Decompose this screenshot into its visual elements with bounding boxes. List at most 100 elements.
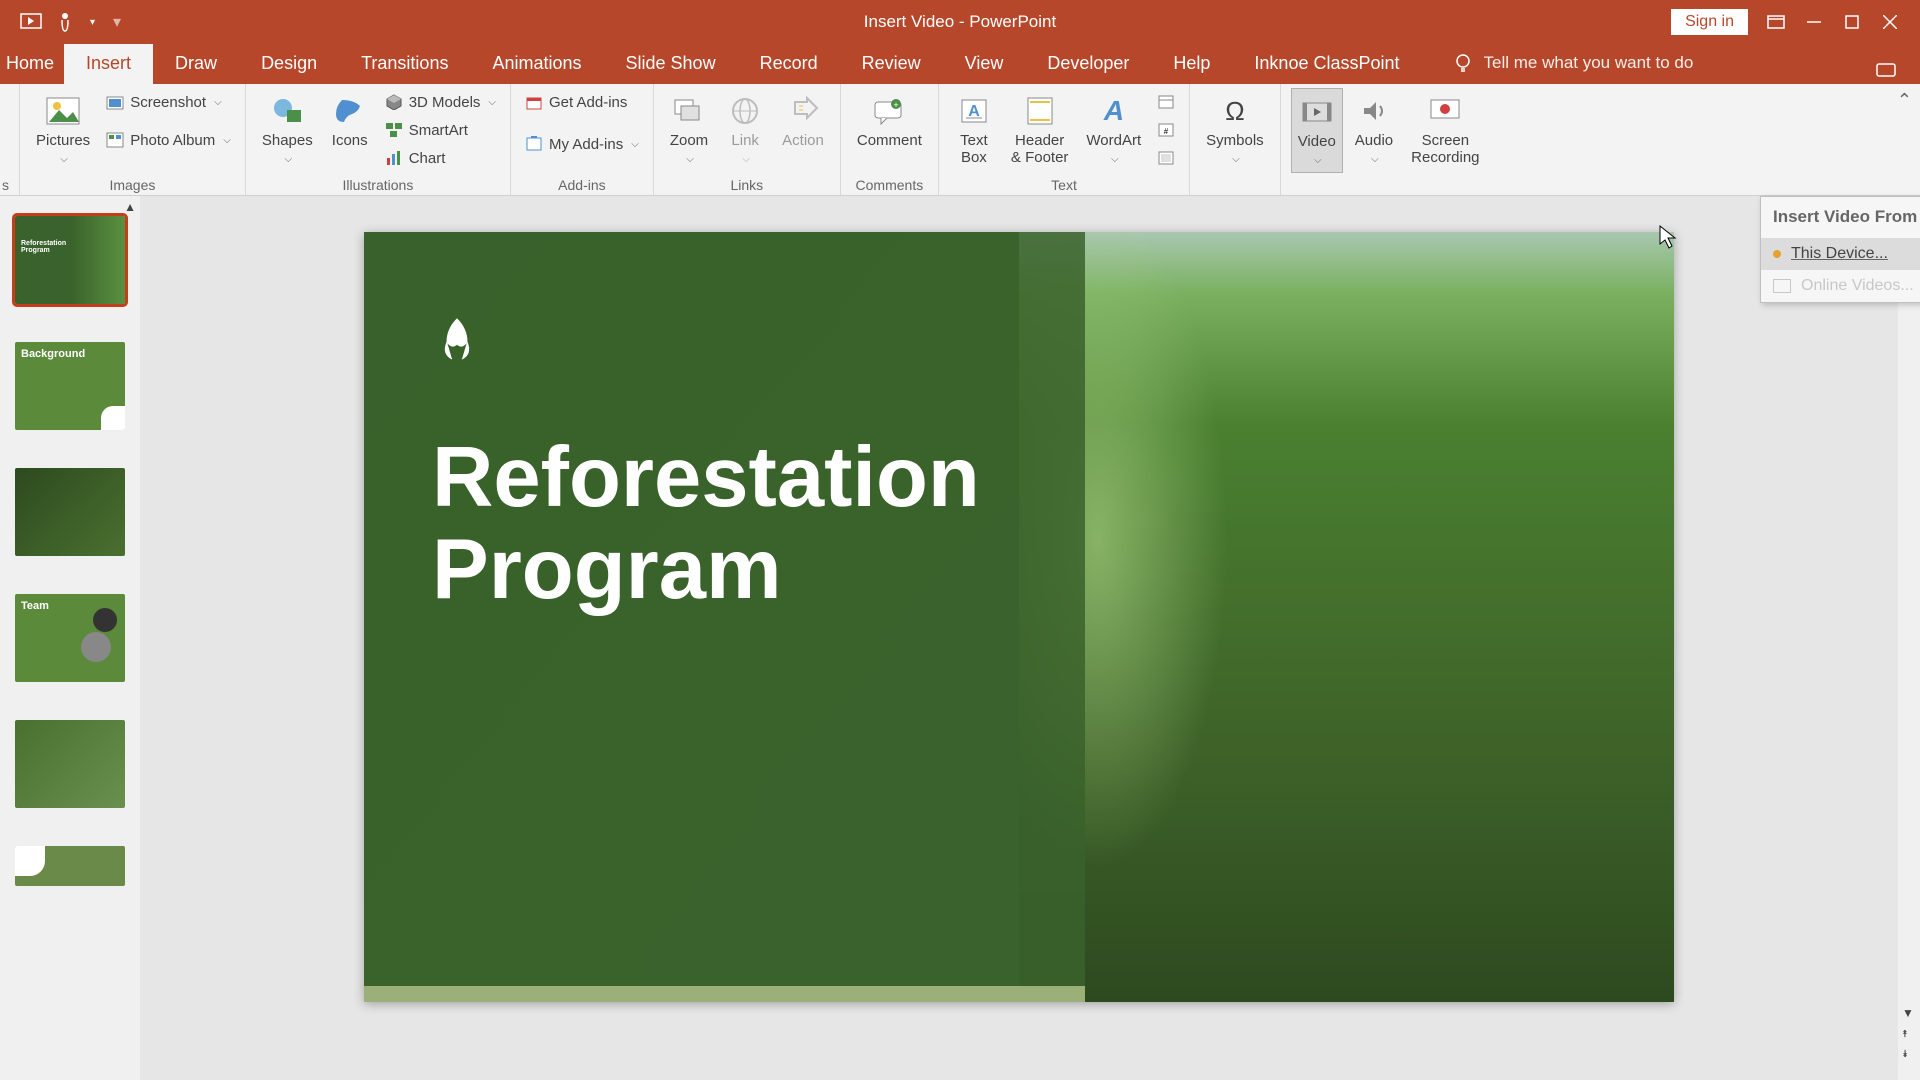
slide-title-text[interactable]: ReforestationProgram — [432, 432, 980, 616]
svg-text:A: A — [968, 103, 980, 120]
headerfooter-icon — [1021, 92, 1059, 130]
3dmodels-button[interactable]: 3D Models⌵ — [381, 88, 500, 116]
tab-review[interactable]: Review — [840, 43, 943, 84]
tab-slideshow[interactable]: Slide Show — [604, 43, 738, 84]
close-icon[interactable] — [1880, 12, 1900, 32]
dropdown-item-online-videos[interactable]: Online Videos... — [1761, 270, 1920, 302]
slidenumber-button[interactable]: # — [1153, 116, 1179, 144]
quick-access-toolbar: ▾ ▾ — [0, 11, 121, 33]
shapes-icon — [268, 92, 306, 130]
screenshot-icon — [106, 94, 124, 110]
tab-insert[interactable]: Insert — [64, 43, 153, 84]
group-text-label: Text — [949, 175, 1179, 193]
link-button[interactable]: Link⌵ — [720, 88, 770, 171]
tab-help[interactable]: Help — [1151, 43, 1232, 84]
signin-button[interactable]: Sign in — [1671, 9, 1748, 35]
tab-view[interactable]: View — [943, 43, 1026, 84]
svg-text:Ω: Ω — [1225, 96, 1244, 126]
cube-icon — [385, 94, 403, 110]
slide-background-image — [1019, 232, 1674, 1002]
tab-developer[interactable]: Developer — [1025, 43, 1151, 84]
datetime-button[interactable] — [1153, 88, 1179, 116]
minimize-icon[interactable] — [1804, 12, 1824, 32]
smartart-button[interactable]: SmartArt — [381, 116, 500, 144]
prev-slide-icon[interactable]: ⯭ — [1902, 1029, 1908, 1040]
slide-thumbnail-4[interactable]: Team — [15, 594, 125, 682]
wordart-icon: A — [1095, 92, 1133, 130]
title-bar: ▾ ▾ Insert Video - PowerPoint Sign in — [0, 0, 1920, 44]
chart-icon — [385, 150, 403, 166]
slide-thumbnail-panel[interactable]: ▲ ReforestationProgram Background Team — [0, 196, 140, 1080]
screenrecording-button[interactable]: Screen Recording — [1405, 88, 1485, 171]
zoom-icon — [670, 92, 708, 130]
group-slides-label: s — [2, 175, 9, 193]
share-icon[interactable] — [1876, 64, 1896, 84]
tab-transitions[interactable]: Transitions — [339, 43, 470, 84]
dropdown-item-this-device[interactable]: This Device... — [1761, 238, 1920, 270]
tab-design[interactable]: Design — [239, 43, 339, 84]
object-button[interactable] — [1153, 144, 1179, 172]
group-symbols-label — [1200, 175, 1270, 193]
leaf-logo-icon — [432, 314, 482, 364]
maximize-icon[interactable] — [1842, 12, 1862, 32]
tab-record[interactable]: Record — [738, 43, 840, 84]
wordart-button[interactable]: A WordArt⌵ — [1080, 88, 1147, 171]
slidenumber-icon: # — [1157, 122, 1175, 138]
tab-classpoint[interactable]: Inknoe ClassPoint — [1232, 43, 1421, 84]
next-slide-icon[interactable]: ⯯ — [1902, 1049, 1908, 1060]
touch-mouse-mode-icon[interactable] — [54, 11, 76, 33]
vertical-scrollbar[interactable]: ▲ ▼ ⯭ ⯯ — [1898, 196, 1920, 1080]
screenshot-button[interactable]: Screenshot⌵ — [102, 88, 235, 116]
slide-editor-area[interactable]: ReforestationProgram Insert Video From T… — [140, 196, 1898, 1080]
headerfooter-button[interactable]: Header & Footer — [1005, 88, 1075, 171]
slide-canvas[interactable]: ReforestationProgram — [364, 232, 1674, 1002]
datetime-icon — [1157, 94, 1175, 110]
screenrecording-icon — [1426, 92, 1464, 130]
window-title: Insert Video - PowerPoint — [864, 12, 1056, 32]
tab-home[interactable]: Home — [0, 43, 64, 84]
tab-draw[interactable]: Draw — [153, 43, 239, 84]
ribbon-insert: s Pictures⌵ Screenshot⌵ Photo Album⌵ Ima… — [0, 84, 1920, 196]
symbols-button[interactable]: Ω Symbols⌵ — [1200, 88, 1270, 171]
slide-thumbnail-6[interactable] — [15, 846, 125, 886]
photoalbum-icon — [106, 132, 124, 148]
textbox-button[interactable]: A Text Box — [949, 88, 999, 171]
slide-thumbnail-5[interactable] — [15, 720, 125, 808]
comment-button[interactable]: + Comment — [851, 88, 928, 153]
ribbon-display-options-icon[interactable] — [1766, 12, 1786, 32]
scroll-down-icon[interactable]: ▼ — [1902, 1006, 1914, 1020]
action-button[interactable]: Action — [776, 88, 830, 153]
bullet-icon — [1773, 250, 1781, 258]
slide-thumbnail-3[interactable] — [15, 468, 125, 556]
audio-button[interactable]: Audio⌵ — [1349, 88, 1399, 171]
pictures-button[interactable]: Pictures⌵ — [30, 88, 96, 171]
slideshow-from-beginning-icon[interactable] — [20, 11, 42, 33]
collapse-ribbon-icon[interactable]: ⌃ — [1897, 90, 1912, 111]
group-links-label: Links — [664, 175, 830, 193]
tab-animations[interactable]: Animations — [470, 43, 603, 84]
thumb-scroll-up-icon[interactable]: ▲ — [124, 200, 136, 214]
object-icon — [1157, 150, 1175, 166]
tell-me-search[interactable] — [1452, 52, 1784, 84]
svg-text:#: # — [1164, 127, 1169, 136]
action-icon — [784, 92, 822, 130]
photoalbum-button[interactable]: Photo Album⌵ — [102, 126, 235, 154]
lightbulb-icon — [1452, 52, 1474, 74]
video-button[interactable]: Video⌵ — [1291, 88, 1343, 173]
qat-customize-icon[interactable]: ▾ — [90, 17, 95, 28]
qat-separator: ▾ — [113, 12, 121, 32]
shapes-button[interactable]: Shapes⌵ — [256, 88, 319, 171]
slide-thumbnail-2[interactable]: Background — [15, 342, 125, 430]
group-illustrations-label: Illustrations — [256, 175, 500, 193]
icons-button[interactable]: Icons — [325, 88, 375, 153]
zoom-button[interactable]: Zoom⌵ — [664, 88, 714, 171]
getaddins-button[interactable]: Get Add-ins — [521, 88, 643, 116]
chart-button[interactable]: Chart — [381, 144, 500, 172]
smartart-icon — [385, 122, 403, 138]
svg-text:+: + — [894, 100, 899, 110]
slide-thumbnail-1[interactable]: ReforestationProgram — [15, 216, 125, 304]
myaddins-button[interactable]: My Add-ins⌵ — [521, 130, 643, 158]
workspace: ▲ ReforestationProgram Background Team R — [0, 196, 1920, 1080]
insert-video-dropdown: Insert Video From This Device... Online … — [1760, 196, 1920, 303]
tell-me-input[interactable] — [1484, 53, 1784, 73]
